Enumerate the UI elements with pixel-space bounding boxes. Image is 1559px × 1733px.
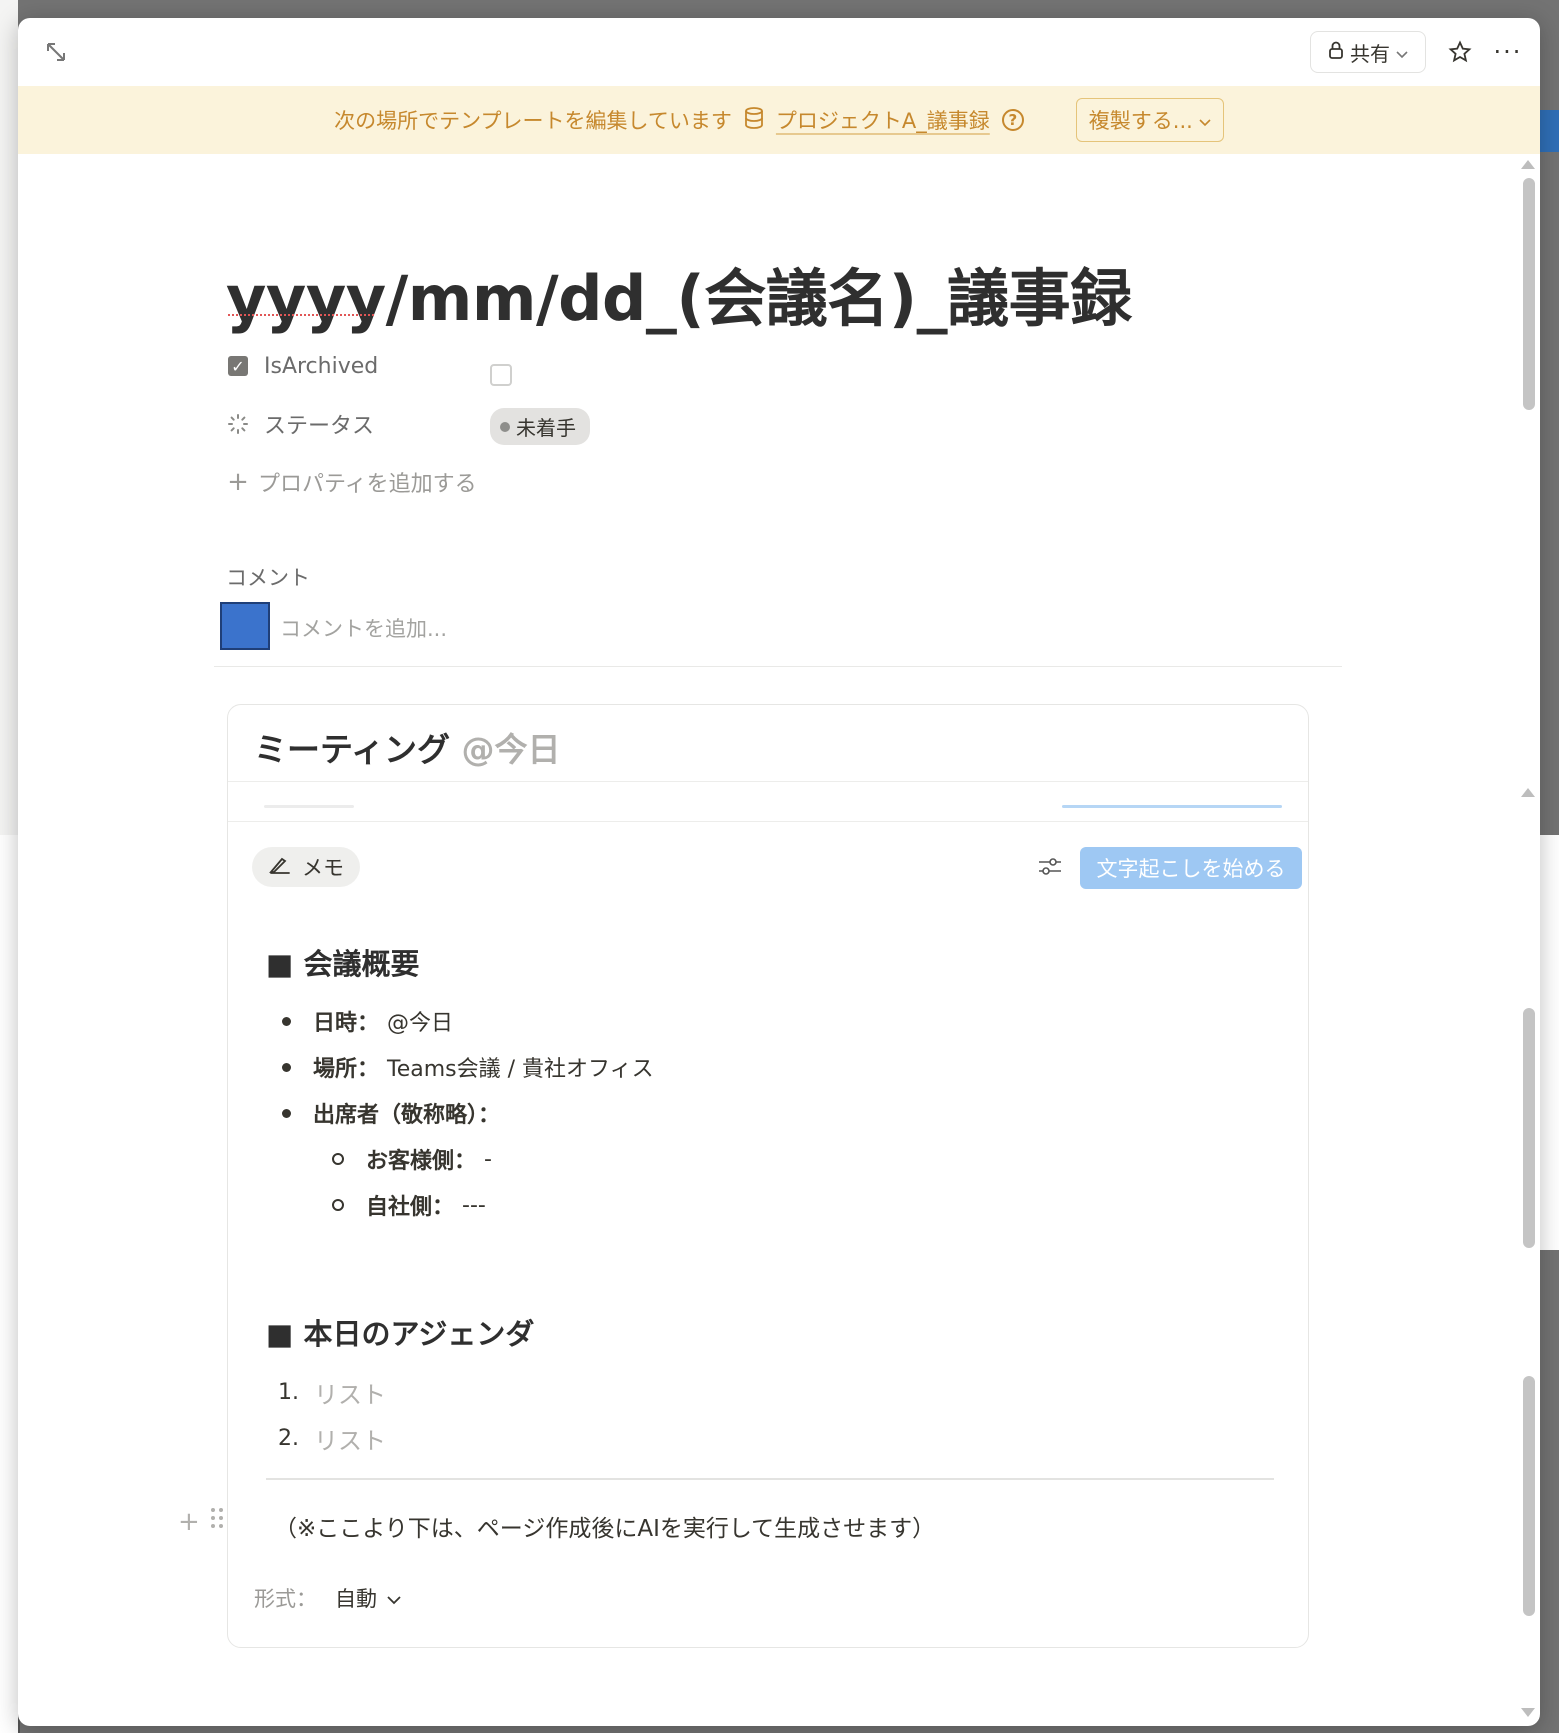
- database-icon: [744, 106, 764, 134]
- scroll-up-arrow[interactable]: [1521, 160, 1535, 169]
- meeting-title-text: ミーティング: [254, 730, 451, 769]
- status-dot: [500, 421, 510, 432]
- list-item: 場所： Teams会議 / 貴社オフィス: [282, 1051, 654, 1083]
- item-value: -: [484, 1146, 492, 1172]
- meeting-title[interactable]: ミーティング @今日: [254, 723, 561, 771]
- divider: [214, 666, 1342, 667]
- item-value: Teams会議 / 貴社オフィス: [387, 1057, 654, 1082]
- duplicate-label: 複製する...: [1088, 109, 1193, 133]
- template-editor-modal: 共有 ··· 次の場所でテンプレートを編集しています プロジェクトA_議事録 ?…: [18, 18, 1540, 1726]
- help-icon[interactable]: ?: [1001, 109, 1024, 131]
- expand-icon[interactable]: [38, 34, 74, 70]
- format-selector[interactable]: 形式： 自動: [254, 1583, 401, 1613]
- template-banner: 次の場所でテンプレートを編集しています プロジェクトA_議事録 ? 複製する..…: [18, 86, 1540, 154]
- item-placeholder: リスト: [314, 1381, 386, 1409]
- meeting-date[interactable]: @今日: [462, 730, 561, 769]
- status-text: 未着手: [516, 416, 576, 440]
- item-value: @今日: [387, 1011, 454, 1036]
- modal-topbar: 共有 ···: [18, 18, 1540, 86]
- property-status[interactable]: ステータス: [226, 404, 374, 444]
- divider: [266, 1478, 1274, 1480]
- database-link[interactable]: プロジェクトA_議事録: [776, 105, 990, 135]
- meeting-header: ミーティング @今日: [228, 705, 1308, 782]
- checkbox-property-icon: ✓: [226, 354, 250, 378]
- status-badge[interactable]: 未着手: [490, 408, 590, 445]
- spellcheck-underline: [228, 314, 374, 316]
- property-label: ステータス: [264, 414, 375, 439]
- scroll-up-arrow[interactable]: [1521, 788, 1535, 797]
- format-label: 形式：: [254, 1587, 317, 1611]
- memo-tab[interactable]: メモ: [252, 847, 360, 887]
- format-value: 自動: [335, 1587, 377, 1611]
- item-label: お客様側：: [366, 1149, 477, 1174]
- item-label: 自社側：: [366, 1195, 455, 1220]
- add-property-button[interactable]: + プロパティを追加する: [226, 462, 477, 502]
- ai-note[interactable]: （※ここより下は、ページ作成後にAIを実行して生成させます）: [274, 1509, 935, 1543]
- section-heading-agenda: ■ 本日のアジェンダ: [266, 1317, 535, 1351]
- item-label: 場所：: [313, 1057, 380, 1082]
- plus-icon[interactable]: +: [178, 1507, 200, 1537]
- list-item: 日時： @今日: [282, 1005, 453, 1037]
- property-label: IsArchived: [264, 353, 379, 379]
- isarchived-checkbox[interactable]: [490, 364, 512, 386]
- background-page-left-lower: [0, 1250, 20, 1733]
- chevron-down-icon: [1396, 40, 1408, 64]
- sliders-icon[interactable]: [1034, 851, 1066, 883]
- item-label: 出席者（敬称略）：: [313, 1103, 501, 1128]
- plus-icon: +: [227, 467, 249, 497]
- sub-list-item: 自社側： ---: [332, 1189, 486, 1221]
- lock-icon: [1328, 40, 1344, 64]
- memo-label: メモ: [302, 856, 344, 880]
- duplicate-button[interactable]: 複製する...: [1075, 98, 1224, 142]
- chevron-down-icon: [1199, 108, 1211, 132]
- item-label: 日時：: [313, 1011, 380, 1036]
- item-number: 2.: [278, 1426, 299, 1451]
- agenda-item[interactable]: 1. リスト: [278, 1375, 386, 1410]
- background-page-left: [0, 0, 18, 835]
- sub-list-item: お客様側： -: [332, 1143, 492, 1175]
- scrollbar-thumb[interactable]: [1523, 178, 1535, 410]
- star-icon[interactable]: [1442, 34, 1478, 70]
- page-title[interactable]: yyyy/mm/dd_(会議名)_議事録: [226, 248, 1132, 338]
- format-dropdown[interactable]: 自動: [335, 1583, 401, 1613]
- scroll-down-arrow[interactable]: [1521, 1708, 1535, 1717]
- share-button[interactable]: 共有: [1310, 31, 1426, 73]
- property-isarchived[interactable]: ✓ IsArchived: [226, 346, 378, 386]
- more-options-icon[interactable]: ···: [1488, 34, 1528, 70]
- status-value[interactable]: 未着手: [490, 408, 590, 445]
- background-right-tab: [1537, 110, 1559, 152]
- item-value: ---: [462, 1192, 486, 1218]
- list-item: 出席者（敬称略）：: [282, 1097, 508, 1129]
- agenda-item[interactable]: 2. リスト: [278, 1421, 386, 1456]
- scrollbar-thumb[interactable]: [1523, 1008, 1535, 1248]
- meeting-toolbar-ghost: [228, 781, 1308, 822]
- meeting-notes-block: ミーティング @今日 メモ 文字起こしを始める ■ 会議概要 日時： @今日 場…: [227, 704, 1309, 1648]
- status-loader-icon: [226, 412, 250, 436]
- add-property-label: プロパティを追加する: [258, 472, 477, 497]
- chevron-down-icon: [387, 1586, 401, 1610]
- share-label: 共有: [1350, 41, 1390, 66]
- item-placeholder: リスト: [314, 1427, 386, 1455]
- section-heading-overview: ■ 会議概要: [266, 947, 420, 981]
- pencil-icon: [268, 855, 292, 880]
- block-handle[interactable]: +: [178, 1506, 224, 1537]
- comment-input[interactable]: コメントを追加...: [280, 613, 447, 643]
- comments-heading: コメント: [226, 566, 310, 590]
- item-number: 1.: [278, 1380, 299, 1405]
- scrollbar-thumb[interactable]: [1523, 1376, 1535, 1616]
- banner-text: 次の場所でテンプレートを編集しています: [334, 109, 732, 133]
- avatar: [220, 602, 270, 650]
- start-transcription-button[interactable]: 文字起こしを始める: [1080, 847, 1302, 889]
- drag-handle-icon[interactable]: [210, 1506, 224, 1537]
